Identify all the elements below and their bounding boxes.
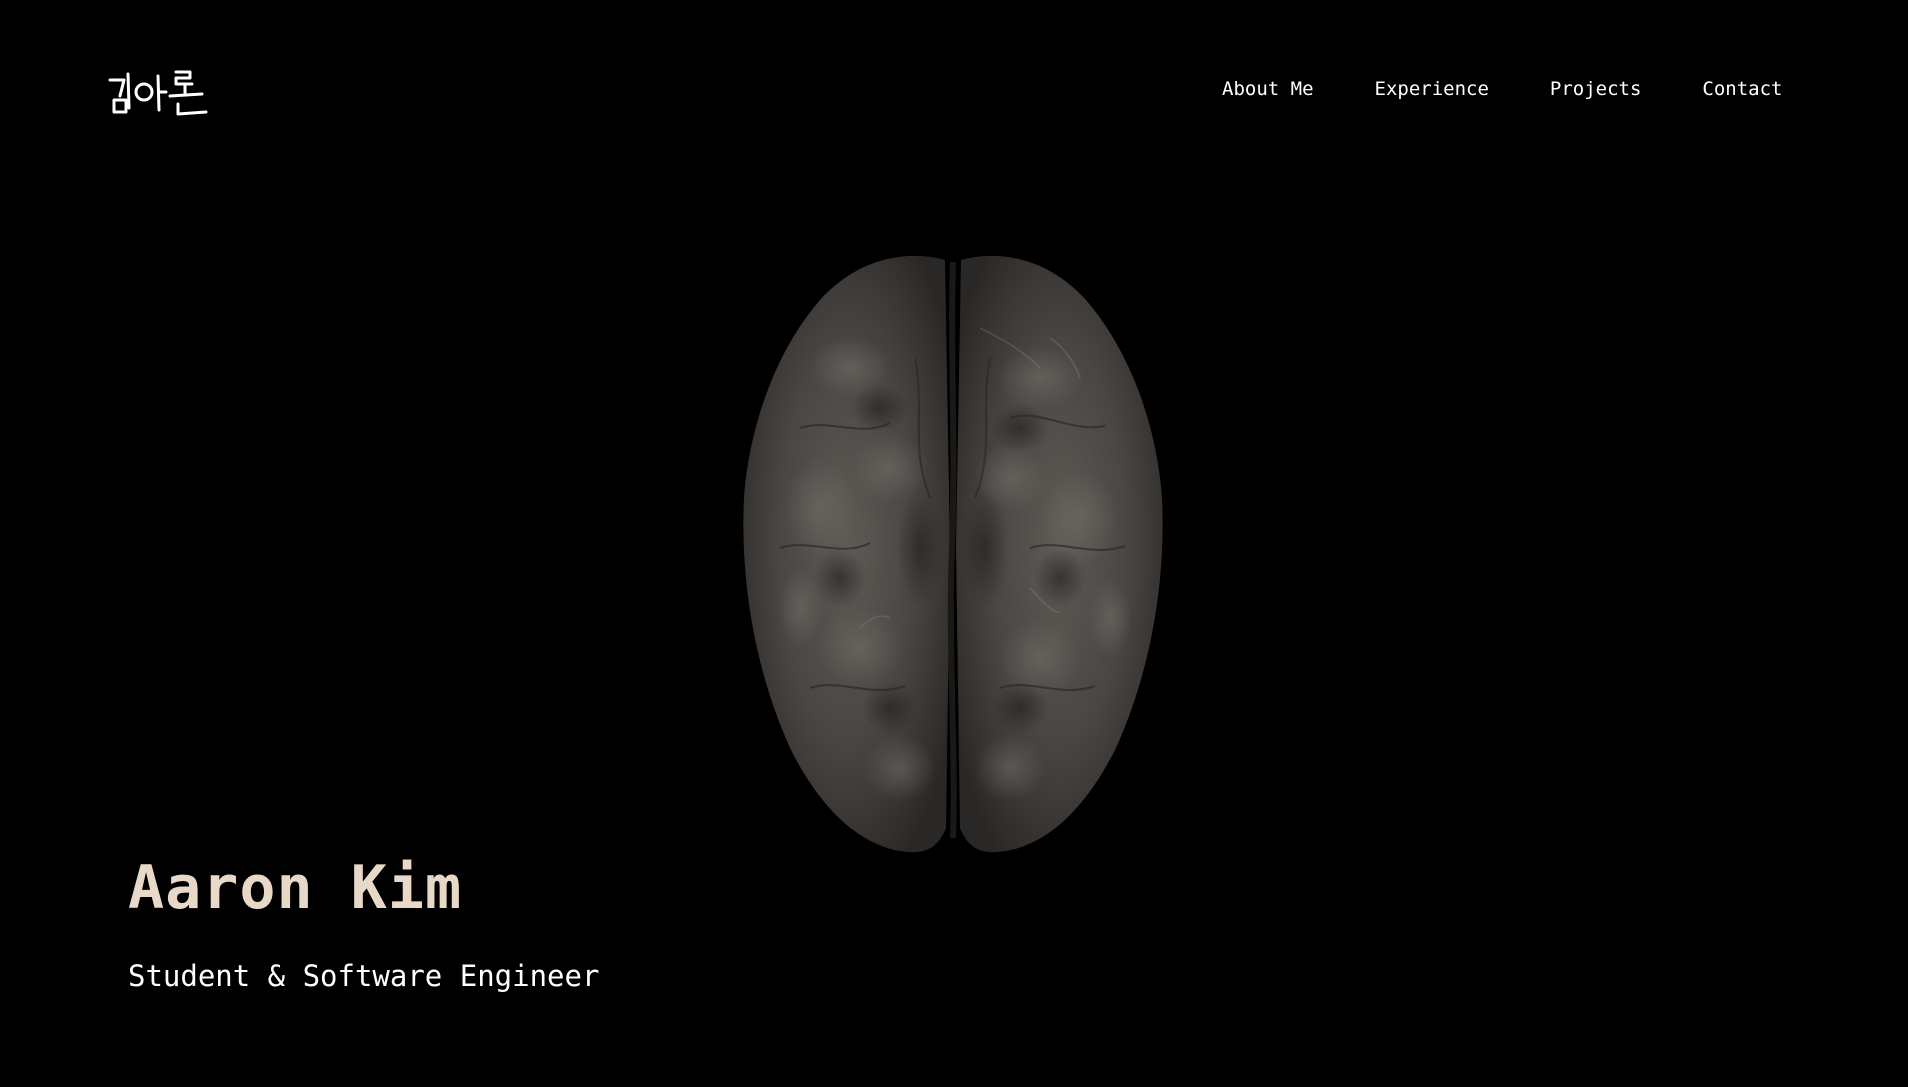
brain-model[interactable] [740,248,1166,858]
site-logo[interactable] [106,68,212,124]
nav-contact[interactable]: Contact [1702,76,1782,102]
hero-subtitle: Student & Software Engineer [128,959,600,993]
nav-experience[interactable]: Experience [1375,76,1489,102]
nav-projects[interactable]: Projects [1550,76,1642,102]
hero-name: Aaron Kim [128,853,463,923]
nav-about-me[interactable]: About Me [1222,76,1314,102]
main-nav: About Me Experience Projects Contact [1222,76,1783,102]
